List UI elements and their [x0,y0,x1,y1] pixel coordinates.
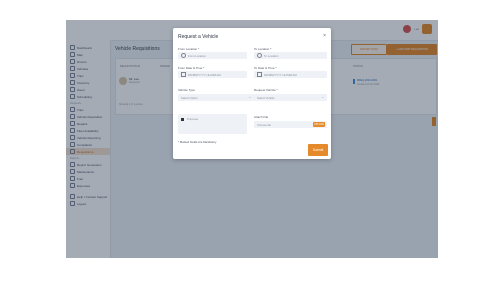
from-location-input[interactable]: From Location [178,52,247,59]
to-location-input[interactable]: To Location [254,52,327,59]
close-icon[interactable]: × [323,33,326,39]
vehicle-type-select[interactable]: Select Option ⌄ [178,94,254,101]
to-location-label: To Location * [254,47,272,51]
to-date-input[interactable]: DD/MM/YYYY HH:MM AM [254,71,327,78]
request-vehicle-label: Request Vehicle * [254,88,278,92]
from-date-label: From Date & Time * [178,66,205,70]
location-pin-icon [257,53,262,58]
upload-button[interactable]: UPLOAD [313,122,325,127]
vehicle-type-label: Vehicle Type [178,88,195,92]
chevron-down-icon: ⌄ [321,95,324,99]
request-vehicle-dialog: Request a Vehicle × From Location * From… [173,28,331,159]
note-icon [181,118,184,121]
mandatory-note: * Marked Fields Are Mandatory [178,140,217,144]
submit-button[interactable]: Submit [308,144,328,156]
request-vehicle-select[interactable]: Select Vehicle ⌄ [254,94,327,101]
attach-file-input[interactable]: Choose file UPLOAD [254,121,327,128]
from-date-input[interactable]: DD/MM/YYYY HH:MM AM [178,71,247,78]
purpose-textarea[interactable]: Purpose [178,114,247,134]
location-pin-icon [181,53,186,58]
calendar-icon [181,72,186,77]
dialog-title: Request a Vehicle [178,34,219,40]
calendar-icon [257,72,262,77]
attach-file-label: Attach File [254,115,269,119]
from-location-label: From Location * [178,47,200,51]
to-date-label: To Date & Time * [254,66,277,70]
chevron-down-icon: ⌄ [248,95,251,99]
